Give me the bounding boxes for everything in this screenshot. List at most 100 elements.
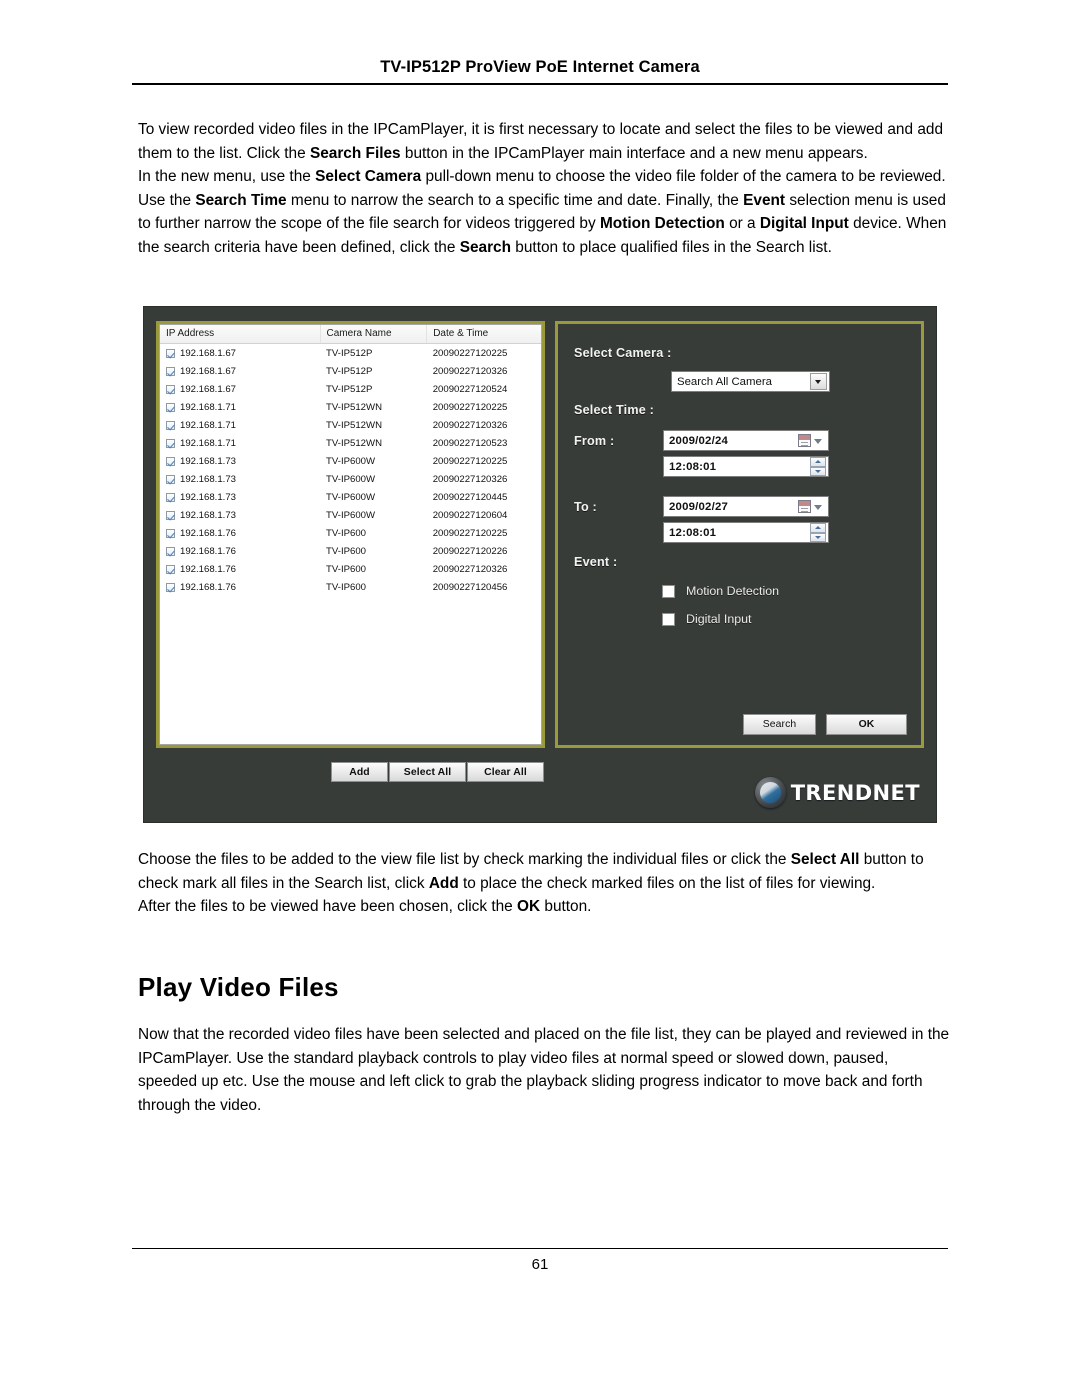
table-row[interactable]: 192.168.1.73 TV-IP600W 20090227120225: [160, 452, 541, 470]
cell-ip-address: 192.168.1.76: [160, 524, 320, 542]
chevron-down-icon[interactable]: [813, 433, 824, 449]
stepper-down-icon[interactable]: [810, 466, 826, 476]
to-time-field[interactable]: 12:08:01: [663, 522, 829, 543]
time-stepper[interactable]: [810, 523, 826, 542]
text-run: In the new menu, use the: [138, 168, 316, 186]
text-run: After the files to be viewed have been c…: [138, 898, 518, 916]
search-result-list[interactable]: IP Address Camera Name Date & Time 192.1…: [159, 324, 542, 745]
table-row[interactable]: 192.168.1.73 TV-IP600W 20090227120326: [160, 470, 541, 488]
cell-ip-address: 192.168.1.73: [160, 488, 320, 506]
search-button[interactable]: Search: [743, 714, 816, 735]
calendar-icon[interactable]: [798, 500, 811, 513]
chevron-down-icon[interactable]: [810, 373, 827, 390]
checkbox-digital-input[interactable]: [662, 612, 675, 626]
row-checkbox[interactable]: [166, 348, 175, 358]
row-checkbox[interactable]: [166, 474, 175, 484]
row-checkbox[interactable]: [166, 384, 175, 394]
cell-camera-name: TV-IP512WN: [326, 419, 382, 431]
event-option-motion-detection[interactable]: Motion Detection: [662, 584, 779, 598]
chevron-down-icon[interactable]: [813, 499, 824, 515]
document-header: TV-IP512P ProView PoE Internet Camera: [132, 58, 948, 85]
calendar-icon[interactable]: [798, 434, 811, 447]
row-checkbox[interactable]: [166, 546, 175, 556]
checkbox-motion-detection[interactable]: [662, 584, 675, 598]
ip-cell-content: 192.168.1.73: [166, 474, 316, 485]
row-checkbox[interactable]: [166, 492, 175, 502]
cell-ip-address: 192.168.1.71: [160, 398, 320, 416]
table-row[interactable]: 192.168.1.76 TV-IP600 20090227120225: [160, 524, 541, 542]
row-checkbox[interactable]: [166, 528, 175, 538]
cell-camera-name: TV-IP512P: [326, 383, 373, 395]
ip-address-text: 192.168.1.71: [180, 419, 237, 431]
cell-camera-name: TV-IP600: [326, 581, 367, 593]
post-figure-paragraphs: Choose the files to be added to the view…: [138, 848, 950, 919]
row-checkbox[interactable]: [166, 438, 175, 448]
trendnet-logo: TRENDNET: [754, 777, 920, 808]
page-number: 61: [531, 1256, 549, 1273]
search-criteria-panel: Select Camera : Search All Camera Select…: [555, 321, 924, 748]
cell-ip-address: 192.168.1.71: [160, 434, 320, 452]
text-run: button in the IPCamPlayer main interface…: [400, 144, 868, 162]
stepper-up-icon[interactable]: [810, 457, 826, 467]
column-header-ip-address[interactable]: IP Address: [160, 325, 321, 344]
page-title: TV-IP512P ProView PoE Internet Camera: [380, 58, 700, 76]
event-option-digital-input[interactable]: Digital Input: [662, 612, 751, 626]
cell-date-time: 20090227120226: [432, 545, 508, 557]
file-table-body: 192.168.1.67 TV-IP512P 20090227120225 192.1…: [160, 344, 541, 597]
table-row[interactable]: 192.168.1.67 TV-IP512P 20090227120326: [160, 362, 541, 380]
table-row[interactable]: 192.168.1.73 TV-IP600W 20090227120604: [160, 506, 541, 524]
select-time-label: Select Time :: [574, 403, 655, 417]
paragraph-intro-1: To view recorded video files in the IPCa…: [138, 118, 950, 165]
text-run-bold: Select Camera: [315, 168, 422, 186]
select-all-button[interactable]: Select All: [389, 762, 466, 782]
table-row[interactable]: 192.168.1.76 TV-IP600 20090227120326: [160, 560, 541, 578]
ip-address-text: 192.168.1.67: [180, 365, 237, 377]
select-camera-dropdown[interactable]: Search All Camera: [671, 371, 830, 392]
ip-address-text: 192.168.1.76: [180, 581, 237, 593]
text-run-bold: Search Time: [195, 191, 287, 209]
ok-button[interactable]: OK: [826, 714, 907, 735]
from-time-field[interactable]: 12:08:01: [663, 456, 829, 477]
text-run-bold: Search Files: [309, 144, 401, 162]
document-page: TV-IP512P ProView PoE Internet Camera To…: [0, 0, 1080, 1397]
row-checkbox[interactable]: [166, 366, 175, 376]
cell-camera-name: TV-IP600W: [326, 491, 376, 503]
table-row[interactable]: 192.168.1.67 TV-IP512P 20090227120225: [160, 344, 541, 363]
text-run: button.: [540, 898, 592, 916]
column-header-camera-name[interactable]: Camera Name: [320, 325, 428, 344]
cell-camera-name: TV-IP600: [326, 527, 367, 539]
table-row[interactable]: 192.168.1.73 TV-IP600W 20090227120445: [160, 488, 541, 506]
cell-camera-name: TV-IP600W: [326, 509, 376, 521]
ip-address-text: 192.168.1.67: [180, 383, 237, 395]
stepper-down-icon[interactable]: [810, 532, 826, 542]
row-checkbox[interactable]: [166, 456, 175, 466]
section-heading-play-video-files: Play Video Files: [138, 972, 339, 1002]
table-row[interactable]: 192.168.1.76 TV-IP600 20090227120456: [160, 578, 541, 596]
add-button[interactable]: Add: [331, 762, 388, 782]
table-row[interactable]: 192.168.1.67 TV-IP512P 20090227120524: [160, 380, 541, 398]
cell-date-time: 20090227120523: [432, 437, 508, 449]
row-checkbox[interactable]: [166, 510, 175, 520]
ip-address-text: 192.168.1.76: [180, 545, 237, 557]
row-checkbox[interactable]: [166, 402, 175, 412]
paragraph-intro-2: In the new menu, use the Select Camera p…: [138, 165, 950, 259]
from-date-field[interactable]: 2009/02/24: [663, 430, 829, 451]
table-row[interactable]: 192.168.1.76 TV-IP600 20090227120226: [160, 542, 541, 560]
clear-all-button[interactable]: Clear All: [467, 762, 544, 782]
ip-address-text: 192.168.1.73: [180, 455, 237, 467]
column-header-date-time[interactable]: Date & Time: [426, 325, 541, 344]
row-checkbox[interactable]: [166, 582, 175, 592]
time-stepper[interactable]: [810, 457, 826, 476]
ip-address-text: 192.168.1.76: [180, 563, 237, 575]
to-date-field[interactable]: 2009/02/27: [663, 496, 829, 517]
intro-paragraphs: To view recorded video files in the IPCa…: [138, 118, 950, 260]
row-checkbox[interactable]: [166, 564, 175, 574]
table-row[interactable]: 192.168.1.71 TV-IP512WN 20090227120326: [160, 416, 541, 434]
cell-date-time: 20090227120225: [432, 401, 508, 413]
ip-address-text: 192.168.1.71: [180, 437, 237, 449]
stepper-up-icon[interactable]: [810, 523, 826, 533]
ip-cell-content: 192.168.1.76: [166, 528, 316, 539]
table-row[interactable]: 192.168.1.71 TV-IP512WN 20090227120225: [160, 398, 541, 416]
table-row[interactable]: 192.168.1.71 TV-IP512WN 20090227120523: [160, 434, 541, 452]
row-checkbox[interactable]: [166, 420, 175, 430]
